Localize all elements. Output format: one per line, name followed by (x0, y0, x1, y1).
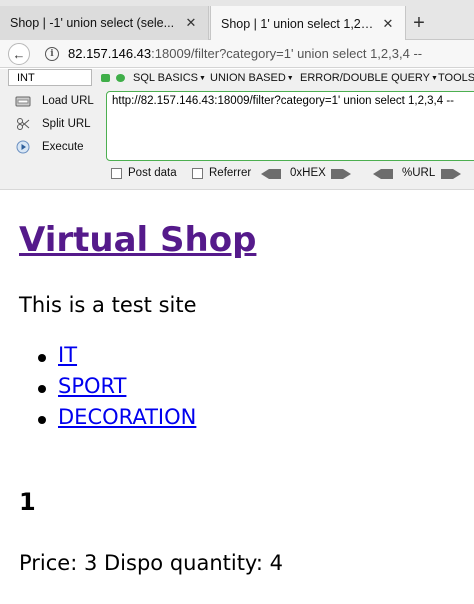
product-name: 1 (19, 488, 36, 516)
referrer-checkbox[interactable]: Referrer (192, 167, 251, 179)
execute-icon (14, 140, 32, 154)
list-item: IT (37, 343, 196, 374)
category-link-it[interactable]: IT (58, 343, 77, 367)
site-info-icon[interactable]: i (45, 47, 59, 61)
tab-strip: Shop | -1' union select (sele... ✕ Shop … (0, 0, 474, 41)
split-url-button[interactable]: Split URL (14, 115, 91, 133)
list-item: SPORT (37, 374, 196, 405)
checkbox-box (192, 167, 203, 179)
url-path: :18009/filter?category=1' union select 1… (151, 46, 423, 61)
url-encode-arrow-icon[interactable] (441, 169, 461, 179)
referrer-label: Referrer (209, 167, 252, 179)
url-textarea[interactable]: http://82.157.146.43:18009/filter?catego… (106, 91, 474, 161)
menu-sql-basics[interactable]: SQL BASICS▼ (133, 70, 206, 86)
increase-icon[interactable] (116, 74, 125, 82)
hex-label: 0xHEX (290, 167, 326, 179)
menu-label: SQL BASICS (133, 72, 199, 84)
menu-error-double-query[interactable]: ERROR/DOUBLE QUERY▼ (300, 70, 438, 86)
page-content: Virtual Shop This is a test site IT SPOR… (0, 191, 474, 604)
hex-decode-arrow-icon[interactable] (261, 169, 281, 179)
hackbar-menu: INT SQL BASICS▼ UNION BASED▼ ERROR/DOUBL… (0, 69, 474, 87)
back-arrow-icon[interactable]: ← (8, 43, 30, 65)
split-url-label: Split URL (42, 118, 91, 130)
site-title-link[interactable]: Virtual Shop (19, 220, 256, 260)
tab-shop-previous[interactable]: Shop | -1' union select (sele... ✕ (0, 6, 209, 40)
hex-encode-arrow-icon[interactable] (331, 169, 351, 179)
menu-union-based[interactable]: UNION BASED▼ (210, 70, 294, 86)
execute-label: Execute (42, 141, 84, 153)
post-data-checkbox[interactable]: Post data (111, 167, 177, 179)
tab-shop-current[interactable]: Shop | 1' union select 1,2,3,... ✕ (210, 6, 406, 41)
menu-label: TOOLS (438, 72, 474, 84)
split-url-icon (14, 117, 32, 131)
injection-type-select[interactable]: INT (8, 69, 92, 86)
checkbox-box (111, 167, 122, 179)
url-encode-label: %URL (402, 167, 436, 179)
url-host: 82.157.146.43 (68, 46, 152, 61)
category-link-decoration[interactable]: DECORATION (58, 405, 196, 429)
load-url-button[interactable]: Load URL (14, 92, 94, 110)
url-decode-arrow-icon[interactable] (373, 169, 393, 179)
category-link-sport[interactable]: SPORT (58, 374, 126, 398)
menu-label: UNION BASED (210, 72, 286, 84)
list-item: DECORATION (37, 405, 196, 436)
dropdown-caret-icon: ▼ (199, 75, 206, 82)
execute-button[interactable]: Execute (14, 138, 84, 156)
post-data-label: Post data (128, 167, 177, 179)
menu-label: ERROR/DOUBLE QUERY (300, 72, 430, 84)
dropdown-caret-icon: ▼ (431, 75, 438, 82)
menu-tools[interactable]: TOOLS (438, 70, 474, 86)
navigation-bar: ← i 82.157.146.43:18009/filter?category=… (0, 40, 474, 68)
product-info: Price: 3 Dispo quantity: 4 (19, 551, 283, 575)
hackbar-panel: Load URL Split URL Execute http://82.157… (0, 87, 474, 190)
address-bar[interactable]: 82.157.146.43:18009/filter?category=1' u… (68, 46, 422, 61)
category-list: IT SPORT DECORATION (37, 343, 196, 436)
decrease-icon[interactable] (101, 74, 110, 82)
close-tab-icon[interactable]: ✕ (184, 15, 198, 31)
close-tab-icon[interactable]: ✕ (381, 16, 395, 32)
load-url-label: Load URL (42, 95, 94, 107)
load-url-icon (14, 94, 32, 108)
new-tab-button[interactable]: + (405, 6, 433, 40)
dropdown-caret-icon: ▼ (286, 75, 294, 82)
site-subtitle: This is a test site (19, 293, 197, 317)
tab-title: Shop | 1' union select 1,2,3,... (221, 16, 375, 31)
tab-title: Shop | -1' union select (sele... (10, 16, 175, 30)
